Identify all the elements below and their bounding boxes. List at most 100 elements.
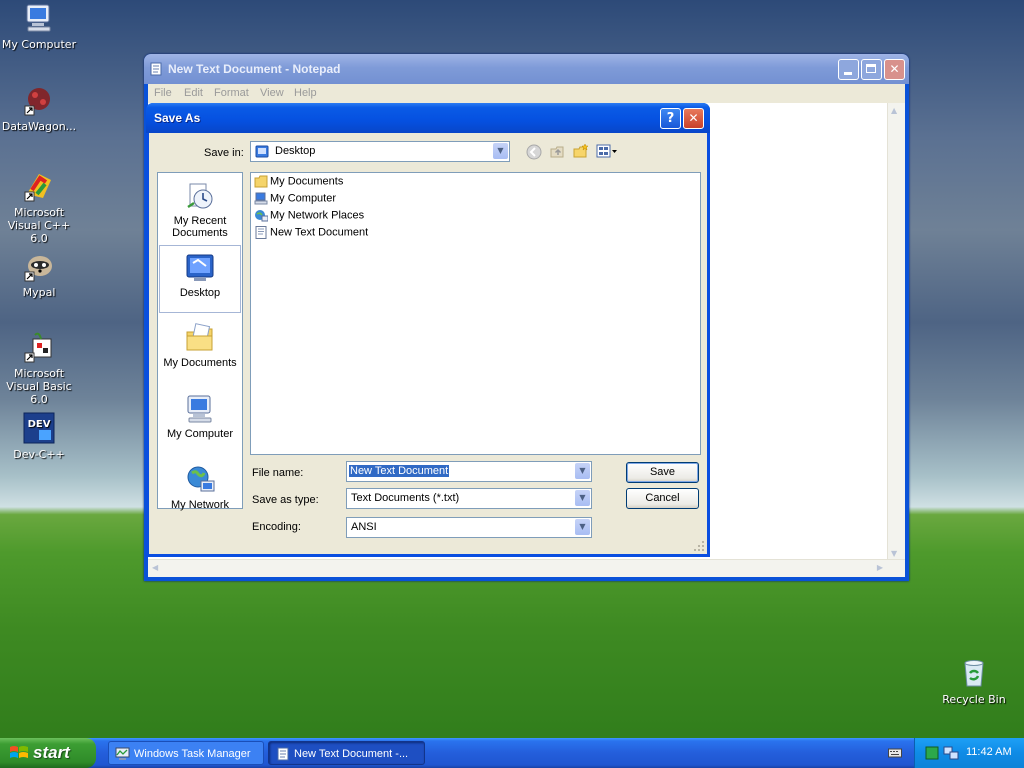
clock[interactable]: 11:42 AM [966,746,1012,758]
file-list[interactable]: My Documents My Computer My Network Plac… [250,172,701,455]
desktop-icon-label: Mypal [22,286,56,299]
scroll-right-icon[interactable]: ▶ [877,563,883,572]
desktop-icon-label: Recycle Bin [942,693,1006,706]
save-as-dialog: Save As ? ✕ Save in: Desktop ▼ My Recent… [146,103,710,557]
list-item[interactable]: My Documents [254,175,343,191]
chevron-down-icon[interactable]: ▼ [493,143,508,159]
scroll-left-icon[interactable]: ◀ [152,563,158,572]
notepad-horizontal-scrollbar[interactable]: ◀ ▶ [148,559,905,577]
save-in-combo[interactable]: Desktop ▼ [250,141,510,162]
windows-logo-icon [10,746,28,758]
scroll-up-icon[interactable]: ▲ [891,106,897,115]
notepad-app-icon [277,747,289,761]
resize-grip-icon[interactable] [693,540,705,552]
scroll-down-icon[interactable]: ▼ [891,549,897,558]
encoding-select[interactable]: ANSI ▼ [346,517,592,538]
notepad-titlebar[interactable]: New Text Document - Notepad ✕ [144,54,909,84]
desktop-icon-my-computer[interactable]: My Computer [0,2,78,51]
desktop-icon-label: Dev-C++ [13,448,65,461]
mypal-raccoon-icon [24,256,52,282]
close-icon: ✕ [688,111,699,125]
green-tray-icon[interactable] [925,746,939,760]
place-my-network[interactable]: My Network [159,458,241,511]
help-button[interactable]: ? [660,108,681,129]
my-computer-icon [187,395,212,423]
maximize-icon [866,64,876,73]
network-small-icon [255,210,268,222]
notepad-menubar: File Edit Format View Help [148,84,905,103]
notepad-maximize-button[interactable] [861,59,882,80]
desktop-icon-visual-basic[interactable]: Microsoft Visual Basic 6.0 [0,331,78,406]
list-item[interactable]: My Computer [254,192,336,208]
save-button[interactable]: Save [626,462,699,483]
file-name: New Text Document [270,226,369,239]
dialog-close-button[interactable]: ✕ [683,108,704,129]
my-network-icon [187,466,215,492]
list-item[interactable]: New Text Document [254,226,368,242]
save-in-label: Save in: [204,147,244,159]
cancel-button[interactable]: Cancel [626,488,699,509]
new-folder-icon[interactable] [573,143,589,159]
menu-file[interactable]: File [154,87,172,99]
file-name: My Documents [270,175,344,188]
close-icon: ✕ [889,62,900,76]
place-label: My Computer [166,428,234,440]
save-as-title: Save As [154,111,201,125]
menu-help[interactable]: Help [294,87,317,99]
encoding-value: ANSI [351,521,377,533]
save-as-type-label: Save as type: [252,494,319,506]
notepad-title: New Text Document - Notepad [168,62,341,76]
desktop-icon-mypal[interactable]: Mypal [0,250,78,299]
notepad-vertical-scrollbar[interactable]: ▲ ▼ [887,103,905,561]
taskbar-item-label: Windows Task Manager [134,748,251,760]
taskbar-item-notepad[interactable]: New Text Document -... [268,741,425,765]
notepad-minimize-button[interactable] [838,59,859,80]
folder-documents-icon [254,175,268,188]
start-button[interactable]: start [0,738,96,768]
back-icon[interactable] [526,144,542,160]
keyboard-icon[interactable] [888,747,902,759]
file-name-input[interactable]: New Text Document ▼ [346,461,592,482]
save-as-type-select[interactable]: Text Documents (*.txt) ▼ [346,488,592,509]
save-as-body: Save in: Desktop ▼ My Recent Documents D… [149,133,707,554]
menu-edit[interactable]: Edit [184,87,203,99]
menu-format[interactable]: Format [214,87,249,99]
chevron-down-icon[interactable]: ▼ [575,519,590,535]
taskbar-item-task-manager[interactable]: Windows Task Manager [108,741,264,765]
chevron-down-icon[interactable]: ▼ [575,463,590,479]
my-documents-icon [186,323,213,351]
desktop-icon-datawagon[interactable]: DataWagon... [0,84,78,133]
desktop-icon-dev-cpp[interactable]: DEV Dev-C++ [0,412,78,461]
task-manager-icon [115,747,130,760]
desktop-icon-visual-cpp[interactable]: Microsoft Visual C++ 6.0 [0,170,78,245]
menu-view[interactable]: View [260,87,284,99]
save-as-titlebar[interactable]: Save As ? ✕ [146,103,710,133]
file-name-label: File name: [252,467,304,479]
place-my-recent-documents[interactable]: My Recent Documents [159,174,241,242]
place-my-computer[interactable]: My Computer [159,387,241,455]
file-name: My Computer [270,192,337,205]
my-computer-icon [26,4,51,32]
taskbar-item-label: New Text Document -... [294,748,409,760]
help-icon: ? [666,111,675,126]
place-desktop[interactable]: Desktop [159,245,241,313]
place-label: My Documents [163,357,237,369]
notepad-close-button[interactable]: ✕ [884,59,905,80]
save-in-value: Desktop [275,145,316,157]
desktop-small-icon [255,145,269,158]
chevron-down-icon[interactable]: ▼ [575,490,590,506]
save-as-type-value: Text Documents (*.txt) [351,492,460,504]
place-label: My Network [170,499,230,511]
system-tray: 11:42 AM [914,738,1024,768]
desktop-icon-label: Microsoft Visual C++ 6.0 [7,206,71,245]
desktop-icon-recycle-bin[interactable]: Recycle Bin [935,657,1013,706]
dev-cpp-icon: DEV [23,412,55,444]
list-item[interactable]: My Network Places [254,209,364,225]
network-connection-icon[interactable] [943,745,959,761]
taskbar: start Windows Task Manager New Text Docu… [0,738,1024,768]
up-folder-icon[interactable] [549,143,565,159]
place-my-documents[interactable]: My Documents [159,316,241,384]
file-name: My Network Places [270,209,365,222]
place-label: My Recent Documents [172,215,228,239]
views-menu-icon[interactable] [596,143,618,159]
